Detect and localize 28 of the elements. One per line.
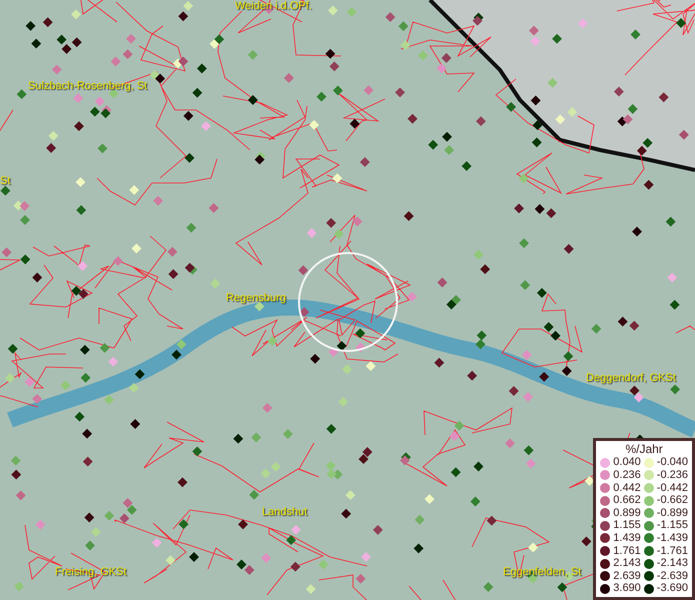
legend-value: 1.761 — [613, 544, 641, 558]
legend-value: -2.143 — [656, 557, 688, 570]
legend-value: -1.439 — [656, 532, 688, 545]
legend-value: 3.690 — [613, 582, 641, 595]
place-label: Sulzbach-Rosenberg, St — [28, 80, 148, 92]
legend-value: 0.236 — [613, 469, 641, 482]
legend-value: -1.761 — [656, 544, 688, 558]
legend-title: %/Jahr — [624, 442, 664, 456]
legend-value: -0.236 — [656, 469, 688, 482]
legend-value: -3.690 — [656, 582, 688, 595]
legend-value: -0.899 — [656, 506, 688, 520]
place-label: Landshut — [262, 506, 308, 518]
legend-value: -0.442 — [656, 482, 688, 494]
legend-value: 0.442 — [613, 482, 641, 494]
legend-value: 2.639 — [613, 570, 641, 582]
legend-value: 0.040 — [613, 456, 641, 470]
legend-value: 1.439 — [613, 532, 641, 545]
place-label: Deggendorf, GKSt — [586, 372, 676, 384]
place-label: Regensburg — [226, 292, 286, 304]
legend-value: 2.143 — [613, 557, 641, 570]
legend-value: 0.899 — [613, 506, 641, 520]
legend-value: 0.662 — [613, 494, 641, 507]
legend-value: 1.155 — [613, 519, 641, 532]
legend-value: -1.155 — [656, 519, 688, 532]
legend-value: -0.040 — [656, 456, 688, 470]
legend-value: -2.639 — [656, 570, 688, 582]
place-label: St — [0, 175, 10, 187]
legend-value: -0.662 — [656, 494, 688, 507]
